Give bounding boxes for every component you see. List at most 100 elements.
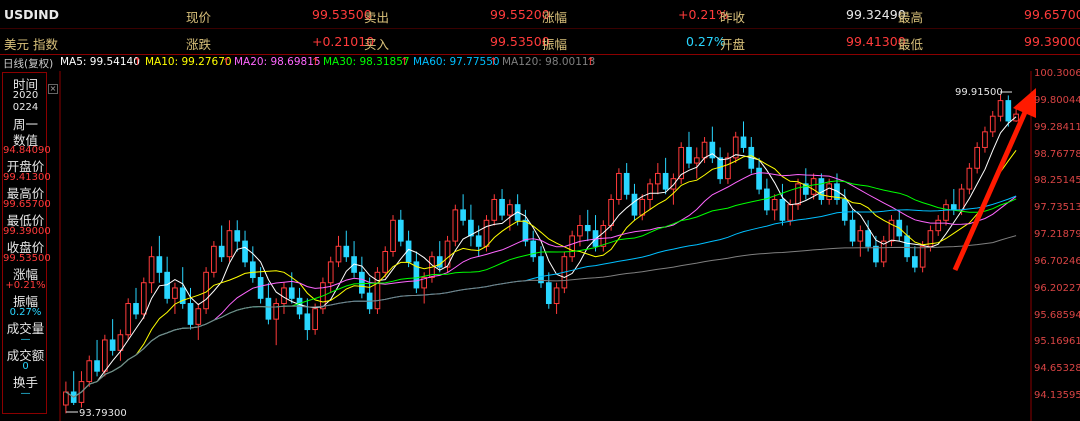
candle-body[interactable] [904, 235, 910, 258]
candle-body[interactable] [242, 240, 248, 263]
candle-body[interactable] [1005, 100, 1012, 122]
candle-body[interactable] [491, 198, 498, 221]
candle-body[interactable] [982, 131, 988, 148]
candle-body[interactable] [740, 136, 747, 148]
candle-body[interactable] [826, 183, 833, 200]
candle-body[interactable] [452, 209, 459, 242]
candle-body[interactable] [249, 261, 256, 279]
candle-body[interactable] [63, 391, 69, 406]
candle-body[interactable] [172, 287, 178, 299]
candle-body[interactable] [148, 256, 155, 284]
price-axis-tick: 97.73513 [1034, 202, 1080, 214]
candle-body[interactable] [935, 219, 942, 232]
candle-body[interactable] [335, 245, 342, 263]
candle-body[interactable] [390, 219, 396, 253]
candle-body[interactable] [693, 157, 700, 164]
candle-body[interactable] [226, 230, 233, 258]
candle-body[interactable] [374, 271, 381, 310]
candle-body[interactable] [958, 188, 965, 211]
candle-body[interactable] [865, 230, 871, 247]
candle-body[interactable] [725, 157, 731, 180]
candle-body[interactable] [257, 277, 264, 299]
candle-body[interactable] [234, 230, 241, 242]
candle-body[interactable] [662, 172, 669, 190]
candle-body[interactable] [764, 188, 770, 211]
candle-body[interactable] [343, 245, 350, 258]
candle-body[interactable] [608, 198, 614, 226]
candle-body[interactable] [577, 224, 583, 237]
candle-body[interactable] [849, 219, 856, 242]
candle-body[interactable] [912, 256, 918, 268]
candle-body[interactable] [312, 308, 318, 331]
open-price-value: 99.41300 [3, 172, 51, 183]
candle-body[interactable] [125, 303, 132, 336]
candle-body[interactable] [701, 141, 708, 159]
candle-body[interactable] [273, 303, 280, 320]
candle-body[interactable] [499, 198, 505, 216]
candle-body[interactable] [109, 339, 116, 351]
candle-body[interactable] [211, 245, 217, 273]
candle-body[interactable] [943, 204, 949, 221]
candle-body[interactable] [94, 360, 100, 372]
candle-body[interactable] [600, 224, 607, 247]
candle-body[interactable] [756, 167, 762, 190]
candle-body[interactable] [623, 172, 630, 195]
candle-body[interactable] [974, 146, 980, 169]
candle-body[interactable] [670, 178, 677, 190]
candle-body[interactable] [288, 287, 295, 299]
candle-body[interactable] [771, 198, 778, 211]
candle-body[interactable] [218, 245, 225, 258]
candle-body[interactable] [265, 297, 272, 320]
candle-body[interactable] [507, 204, 513, 216]
candle-body[interactable] [818, 178, 825, 200]
candle-body[interactable] [950, 204, 957, 211]
info-panel-close-icon[interactable]: × [48, 84, 58, 94]
candle-body[interactable] [779, 198, 786, 221]
candle-body[interactable] [156, 256, 163, 273]
candle-body[interactable] [397, 219, 404, 242]
candle-body[interactable] [647, 183, 653, 200]
candles-group [63, 94, 1019, 414]
candle-body[interactable] [140, 282, 147, 315]
candle-body[interactable] [686, 146, 692, 164]
candle-body[interactable] [538, 256, 544, 284]
candle-body[interactable] [133, 303, 139, 315]
candle-body[interactable] [997, 100, 1004, 117]
candle-body[interactable] [460, 209, 466, 221]
volume-value: — [20, 334, 31, 345]
candle-body[interactable] [810, 178, 817, 195]
candle-body[interactable] [117, 334, 124, 351]
candle-body[interactable] [327, 261, 334, 284]
candle-body[interactable] [584, 224, 591, 232]
candle-body[interactable] [795, 183, 801, 206]
candle-body[interactable] [475, 235, 482, 247]
candle-body[interactable] [639, 198, 646, 216]
candlestick-chart[interactable]: 99.91500 93.79300 [0, 0, 1080, 421]
price-axis-tick: 96.20227 [1034, 282, 1080, 294]
candle-body[interactable] [857, 230, 864, 242]
candle-body[interactable] [522, 219, 529, 242]
candle-body[interactable] [102, 339, 108, 372]
candle-body[interactable] [195, 308, 202, 325]
candle-body[interactable] [654, 172, 661, 185]
candle-body[interactable] [616, 172, 622, 200]
candle-body[interactable] [86, 360, 93, 383]
candle-body[interactable] [545, 282, 552, 305]
candle-body[interactable] [553, 287, 560, 305]
candle-body[interactable] [717, 157, 723, 180]
candle-body[interactable] [359, 271, 365, 294]
candle-body[interactable] [841, 198, 848, 221]
candle-body[interactable] [919, 245, 926, 268]
candle-body[interactable] [966, 167, 973, 190]
candle-body[interactable] [187, 303, 194, 325]
candle-body[interactable] [483, 219, 490, 247]
amount-value: 0 [22, 361, 29, 372]
candle-body[interactable] [569, 235, 575, 258]
candle-body[interactable] [787, 204, 794, 221]
candle-body[interactable] [304, 313, 311, 331]
candle-body[interactable] [382, 251, 389, 273]
candle-body[interactable] [631, 193, 638, 216]
low-price-value: 99.39000 [3, 226, 51, 237]
candle-body[interactable] [873, 245, 879, 263]
candle-body[interactable] [989, 115, 996, 133]
